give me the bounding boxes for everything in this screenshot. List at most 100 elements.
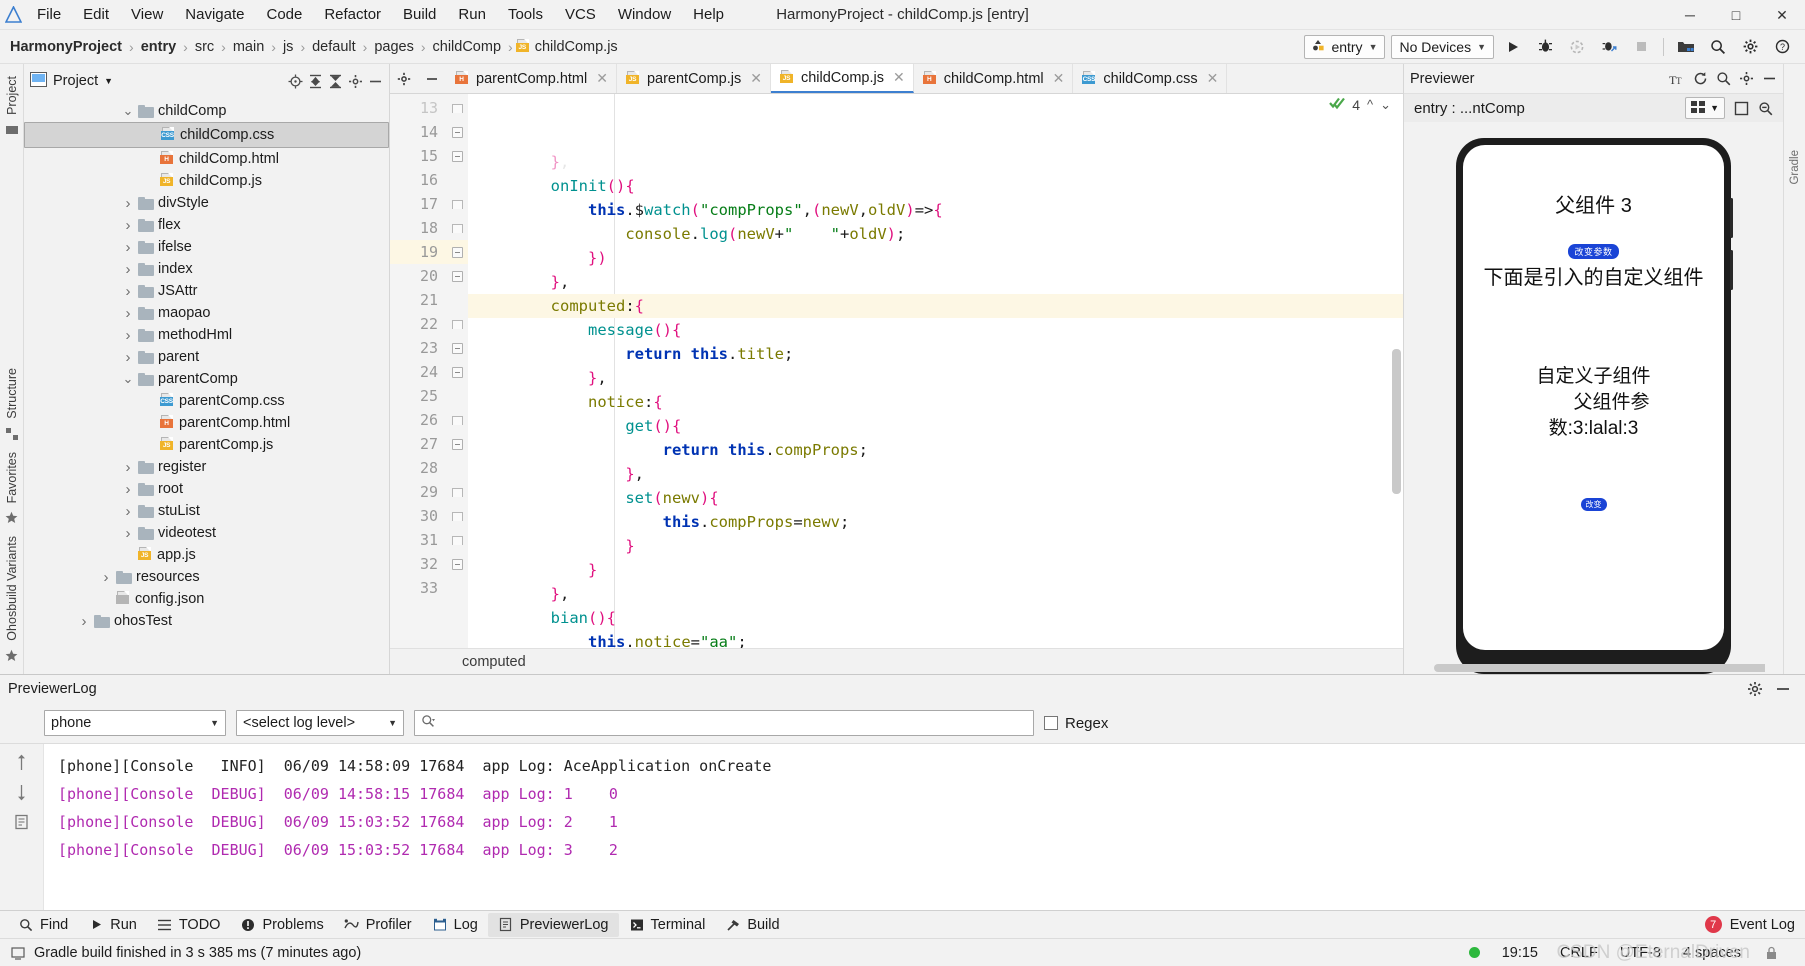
tree-item-jsattr[interactable]: › JSAttr: [24, 280, 389, 302]
editor-tab-parentcomp-js[interactable]: JS parentComp.js ✕: [616, 64, 771, 93]
run-configuration-selector[interactable]: entry ▼: [1304, 34, 1386, 59]
event-log-label[interactable]: Event Log: [1730, 917, 1795, 933]
code-line[interactable]: console.log(newV+" "+oldV);: [468, 222, 1403, 246]
tool-window-log[interactable]: Log: [422, 913, 488, 937]
code-line[interactable]: this.compProps=newv;: [468, 510, 1403, 534]
tool-window-run[interactable]: Run: [78, 913, 147, 937]
breadcrumb-item-file[interactable]: childComp.js: [531, 37, 622, 57]
fold-marker[interactable]: [446, 384, 468, 408]
code-line[interactable]: },: [468, 582, 1403, 606]
log-search-input[interactable]: [414, 710, 1034, 736]
fold-marker[interactable]: [446, 408, 468, 432]
tree-item-childcomp[interactable]: ⌄ childComp: [24, 100, 389, 122]
code-line[interactable]: }): [468, 246, 1403, 270]
tab-settings-icon[interactable]: [390, 64, 418, 93]
tree-item-resources[interactable]: › resources: [24, 566, 389, 588]
refresh-icon[interactable]: [1692, 71, 1708, 87]
fold-marker[interactable]: [446, 144, 468, 168]
menu-navigate[interactable]: Navigate: [174, 3, 255, 27]
close-icon[interactable]: ✕: [596, 70, 608, 87]
lock-icon[interactable]: [1763, 945, 1779, 961]
chevron-down-icon[interactable]: ▼: [104, 76, 113, 86]
phone-screen[interactable]: 父组件 3 改变参数 下面是引入的自定义组件 自定义子组件 父组件参 数:3:l…: [1463, 145, 1724, 650]
tree-item-childcomp-js[interactable]: JS childComp.js: [24, 170, 389, 192]
device-layout-button[interactable]: ▼: [1685, 97, 1725, 119]
tool-window-problems[interactable]: Problems: [230, 913, 333, 937]
fold-marker[interactable]: [446, 336, 468, 360]
log-lines[interactable]: [phone][Console INFO] 06/09 14:58:09 176…: [44, 744, 1805, 910]
font-size-icon[interactable]: TT: [1669, 71, 1685, 87]
fold-marker[interactable]: [446, 456, 468, 480]
tree-item-stulist[interactable]: › stuList: [24, 500, 389, 522]
fold-marker[interactable]: [446, 528, 468, 552]
search-everywhere-icon[interactable]: [1705, 34, 1731, 60]
tree-item-parentcomp-html[interactable]: HparentComp.html: [24, 412, 389, 434]
menu-refactor[interactable]: Refactor: [313, 3, 392, 27]
fold-marker[interactable]: [446, 360, 468, 384]
device-selector[interactable]: No Devices ▼: [1391, 34, 1494, 59]
status-indent[interactable]: 4 spaces: [1683, 945, 1741, 961]
tree-item-index[interactable]: › index: [24, 258, 389, 280]
code-folding-column[interactable]: [446, 94, 468, 648]
clipboard-icon[interactable]: [14, 814, 30, 830]
fold-marker[interactable]: [446, 432, 468, 456]
run-coverage-icon[interactable]: [1564, 34, 1590, 60]
tree-item-childcomp-css[interactable]: CSS childComp.css: [24, 122, 389, 148]
tree-item-register[interactable]: › register: [24, 456, 389, 478]
chevron-right-icon[interactable]: ›: [122, 284, 134, 299]
tool-window-todo[interactable]: TODO: [147, 913, 231, 937]
log-level-select[interactable]: <select log level> ▼: [236, 710, 404, 736]
code-line[interactable]: computed:{: [468, 294, 1403, 318]
breadcrumb-item-entry[interactable]: entry: [137, 37, 180, 57]
preview-change-button[interactable]: 改变: [1580, 498, 1607, 511]
code-line[interactable]: }: [468, 534, 1403, 558]
chevron-right-icon[interactable]: ›: [78, 614, 90, 629]
tree-item-flex[interactable]: › flex: [24, 214, 389, 236]
hide-panel-icon[interactable]: [1775, 681, 1791, 697]
editor-tab-childcomp-html[interactable]: HchildComp.html ✕: [913, 64, 1074, 93]
device-select[interactable]: phone ▼: [44, 710, 226, 736]
chevron-right-icon[interactable]: ›: [122, 196, 134, 211]
collapse-all-icon[interactable]: [327, 73, 343, 89]
tool-window-terminal[interactable]: Terminal: [619, 913, 716, 937]
tool-window-profiler[interactable]: Profiler: [334, 913, 422, 937]
tool-button-gradle[interactable]: Gradle: [1789, 144, 1801, 191]
tree-item-maopao[interactable]: › maopao: [24, 302, 389, 324]
menu-code[interactable]: Code: [255, 3, 313, 27]
attach-debugger-icon[interactable]: [1596, 34, 1622, 60]
editor-scrollbar[interactable]: [1392, 349, 1401, 494]
menu-bar[interactable]: File Edit View Navigate Code Refactor Bu…: [26, 3, 735, 27]
fold-marker[interactable]: [446, 504, 468, 528]
tool-button-ohosbuild-variants[interactable]: Ohosbuild Variants: [5, 530, 19, 647]
close-icon[interactable]: ✕: [1053, 70, 1065, 87]
inspect-icon[interactable]: [1715, 71, 1731, 87]
log-search-field[interactable]: [440, 715, 1027, 731]
tree-item-childcomp-html[interactable]: HchildComp.html: [24, 148, 389, 170]
menu-help[interactable]: Help: [682, 3, 735, 27]
prev-problem-icon[interactable]: ^: [1367, 97, 1373, 112]
status-encoding[interactable]: UTF-8: [1620, 945, 1661, 961]
run-icon[interactable]: [1500, 34, 1526, 60]
locate-file-icon[interactable]: [287, 73, 303, 89]
tree-item-parentcomp[interactable]: ⌄ parentComp: [24, 368, 389, 390]
regex-checkbox-box[interactable]: [1044, 716, 1058, 730]
tree-item-ifelse[interactable]: › ifelse: [24, 236, 389, 258]
stop-icon[interactable]: [1628, 34, 1654, 60]
tree-item-methodhml[interactable]: › methodHml: [24, 324, 389, 346]
hide-editor-icon[interactable]: [418, 64, 446, 93]
breadcrumb-item-main[interactable]: main: [229, 37, 268, 57]
preview-change-param-button[interactable]: 改变参数: [1568, 244, 1619, 259]
tree-item-app-js[interactable]: JS app.js: [24, 544, 389, 566]
tree-item-videotest[interactable]: › videotest: [24, 522, 389, 544]
menu-edit[interactable]: Edit: [72, 3, 120, 27]
project-tree[interactable]: ⌄ childComp CSS childComp.css HchildComp.htm…: [24, 98, 389, 674]
fold-marker[interactable]: [446, 120, 468, 144]
fold-marker[interactable]: [446, 552, 468, 576]
code-line[interactable]: get(){: [468, 414, 1403, 438]
editor-tab-childcomp-css[interactable]: CSS childComp.css ✕: [1073, 64, 1228, 93]
tool-window-build[interactable]: Build: [715, 913, 789, 937]
code-line[interactable]: onInit(){: [468, 174, 1403, 198]
chevron-right-icon[interactable]: ›: [122, 262, 134, 277]
tool-button-project[interactable]: Project: [5, 70, 19, 121]
chevron-right-icon[interactable]: ›: [122, 328, 134, 343]
